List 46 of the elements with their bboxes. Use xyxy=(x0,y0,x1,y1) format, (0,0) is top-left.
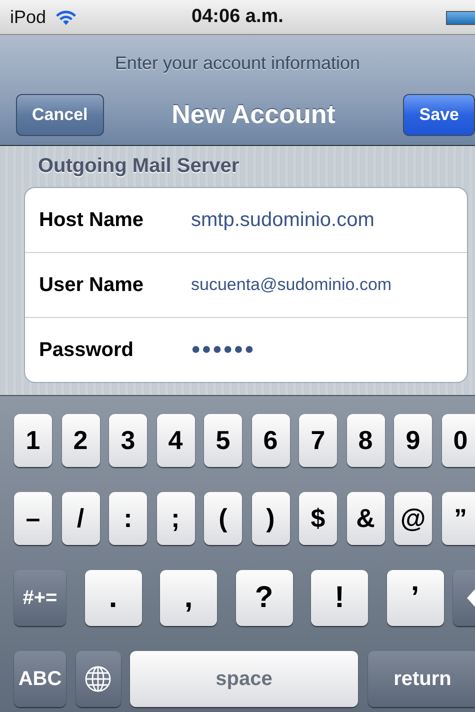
input-field[interactable]: smtp.sudominio.com xyxy=(191,208,374,232)
field-label: Password xyxy=(39,338,134,362)
prompt-text: Enter your account information xyxy=(114,52,362,75)
keyboard-key[interactable]: ) xyxy=(252,492,290,545)
globe-key[interactable] xyxy=(76,651,120,707)
keyboard-key[interactable]: : xyxy=(109,492,147,545)
globe-icon xyxy=(84,665,112,693)
keyboard-key[interactable]: ’ xyxy=(386,570,444,626)
keyboard-key[interactable]: – xyxy=(14,492,52,545)
keyboard-key[interactable]: ABC xyxy=(14,651,66,707)
battery-icon xyxy=(446,11,475,25)
keyboard-key[interactable]: 4 xyxy=(156,414,194,467)
keyboard-key[interactable]: 7 xyxy=(299,414,337,467)
return-key[interactable]: return xyxy=(368,651,475,707)
carrier-label: iPod xyxy=(10,6,46,28)
password-field[interactable]: ●●●●●● xyxy=(191,341,255,359)
save-button[interactable]: Save xyxy=(403,94,475,136)
wifi-icon xyxy=(54,8,78,26)
screen-title: New Account xyxy=(172,98,336,130)
keyboard-key[interactable]: 9 xyxy=(394,414,432,467)
keyboard-key[interactable]: #+= xyxy=(14,570,66,626)
keyboard-key[interactable]: 6 xyxy=(252,414,290,467)
section-header: Outgoing Mail Server xyxy=(37,155,240,179)
keyboard-key[interactable]: $ xyxy=(299,492,337,545)
keyboard-key[interactable]: ! xyxy=(311,570,368,626)
keyboard-key[interactable]: ? xyxy=(236,570,292,626)
keyboard-key[interactable]: @ xyxy=(394,492,432,545)
keyboard-key[interactable]: 2 xyxy=(62,414,100,467)
cancel-button[interactable]: Cancel xyxy=(16,94,104,136)
keyboard-key[interactable]: & xyxy=(346,492,384,545)
keyboard-key[interactable]: ” xyxy=(442,492,475,545)
clock: 04:06 a.m. xyxy=(192,6,284,28)
keyboard-key[interactable]: 1 xyxy=(14,414,52,467)
keyboard-key[interactable]: ; xyxy=(156,492,194,545)
keyboard-key[interactable]: . xyxy=(84,570,142,626)
input-field[interactable]: sucuenta@sudominio.com xyxy=(191,275,392,295)
field-label: User Name xyxy=(39,274,145,296)
keyboard-key[interactable]: / xyxy=(62,492,100,545)
field-label: Host Name xyxy=(39,208,144,232)
keyboard-key[interactable]: , xyxy=(160,570,217,626)
keyboard-key[interactable]: ( xyxy=(204,492,242,545)
space-key[interactable]: space xyxy=(130,651,358,707)
keyboard-key[interactable]: 3 xyxy=(109,414,147,467)
keyboard-key[interactable]: 5 xyxy=(204,414,242,467)
keyboard-key[interactable]: 8 xyxy=(346,414,384,467)
keyboard-key[interactable]: 0 xyxy=(442,414,475,467)
